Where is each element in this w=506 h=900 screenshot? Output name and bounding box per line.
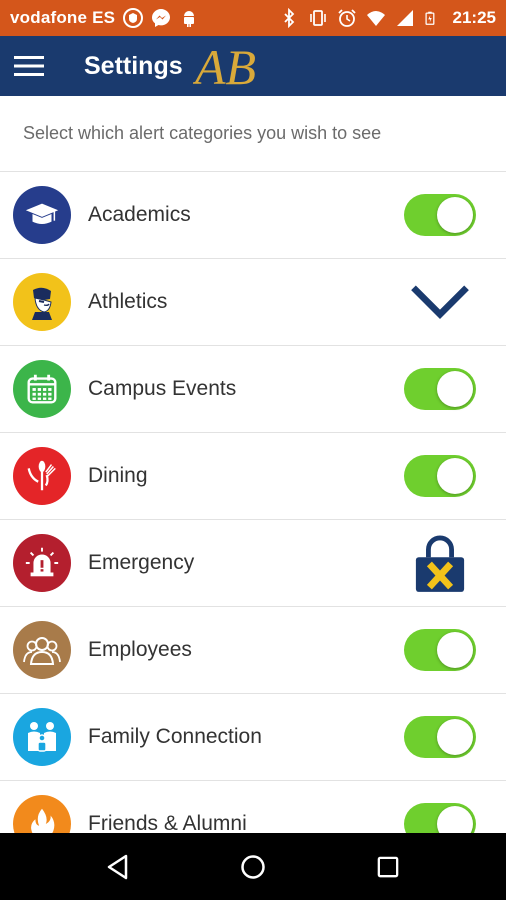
chevron-down-icon[interactable] bbox=[395, 272, 485, 332]
bluetooth-icon bbox=[279, 7, 299, 29]
toggle-switch[interactable] bbox=[395, 359, 485, 419]
list-item[interactable]: Emergency bbox=[0, 520, 506, 607]
family-icon bbox=[13, 708, 71, 766]
clock: 21:25 bbox=[452, 8, 496, 27]
back-icon[interactable] bbox=[88, 837, 148, 897]
vibrate-icon bbox=[308, 8, 328, 28]
category-label: Friends & Alumni bbox=[88, 812, 247, 833]
subtitle-text: Select which alert categories you wish t… bbox=[23, 123, 382, 143]
list-item[interactable]: Campus Events bbox=[0, 346, 506, 433]
ab-logo: AB bbox=[193, 40, 256, 92]
utensils-icon bbox=[13, 447, 71, 505]
hamburger-menu-icon[interactable] bbox=[0, 36, 58, 96]
list-item[interactable]: Friends & Alumni bbox=[0, 781, 506, 833]
battery-icon bbox=[424, 8, 444, 28]
list-item[interactable]: Athletics bbox=[0, 259, 506, 346]
toggle-switch[interactable] bbox=[395, 185, 485, 245]
recents-icon[interactable] bbox=[358, 837, 418, 897]
messenger-icon bbox=[151, 8, 171, 28]
mascot-icon bbox=[13, 273, 71, 331]
category-label: Dining bbox=[88, 464, 148, 487]
signal-icon bbox=[395, 8, 415, 28]
list-item[interactable]: Academics bbox=[0, 172, 506, 259]
wifi-icon bbox=[366, 8, 386, 28]
siren-icon bbox=[13, 534, 71, 592]
page-title: Settings bbox=[84, 51, 183, 80]
toggle-switch[interactable] bbox=[395, 620, 485, 680]
graduation-cap-icon bbox=[13, 186, 71, 244]
subtitle: Select which alert categories you wish t… bbox=[0, 96, 506, 172]
status-bar: vodafone ES 21:25 bbox=[0, 0, 506, 36]
shield-icon bbox=[123, 8, 144, 28]
category-label: Academics bbox=[88, 203, 191, 226]
category-label: Emergency bbox=[88, 551, 195, 574]
list-item[interactable]: Dining bbox=[0, 433, 506, 520]
system-nav-bar bbox=[0, 833, 506, 900]
people-icon bbox=[13, 621, 71, 679]
toggle-switch[interactable] bbox=[395, 446, 485, 506]
category-label: Campus Events bbox=[88, 377, 237, 400]
category-list: Academics Athletics Campus Events Dining… bbox=[0, 172, 506, 833]
category-label: Athletics bbox=[88, 290, 168, 313]
android-icon bbox=[179, 8, 199, 28]
carrier-name: vodafone ES bbox=[10, 8, 116, 27]
list-item[interactable]: Family Connection bbox=[0, 694, 506, 781]
flame-icon bbox=[13, 795, 71, 833]
alarm-icon bbox=[337, 8, 357, 28]
category-label: Employees bbox=[88, 638, 192, 661]
calendar-icon bbox=[13, 360, 71, 418]
svg-text:AB: AB bbox=[193, 40, 256, 92]
lock-icon bbox=[395, 533, 485, 593]
home-icon[interactable] bbox=[223, 837, 283, 897]
category-label: Family Connection bbox=[88, 725, 262, 748]
toggle-switch[interactable] bbox=[395, 794, 485, 833]
app-bar: Settings AB bbox=[0, 36, 506, 96]
toggle-switch[interactable] bbox=[395, 707, 485, 767]
list-item[interactable]: Employees bbox=[0, 607, 506, 694]
